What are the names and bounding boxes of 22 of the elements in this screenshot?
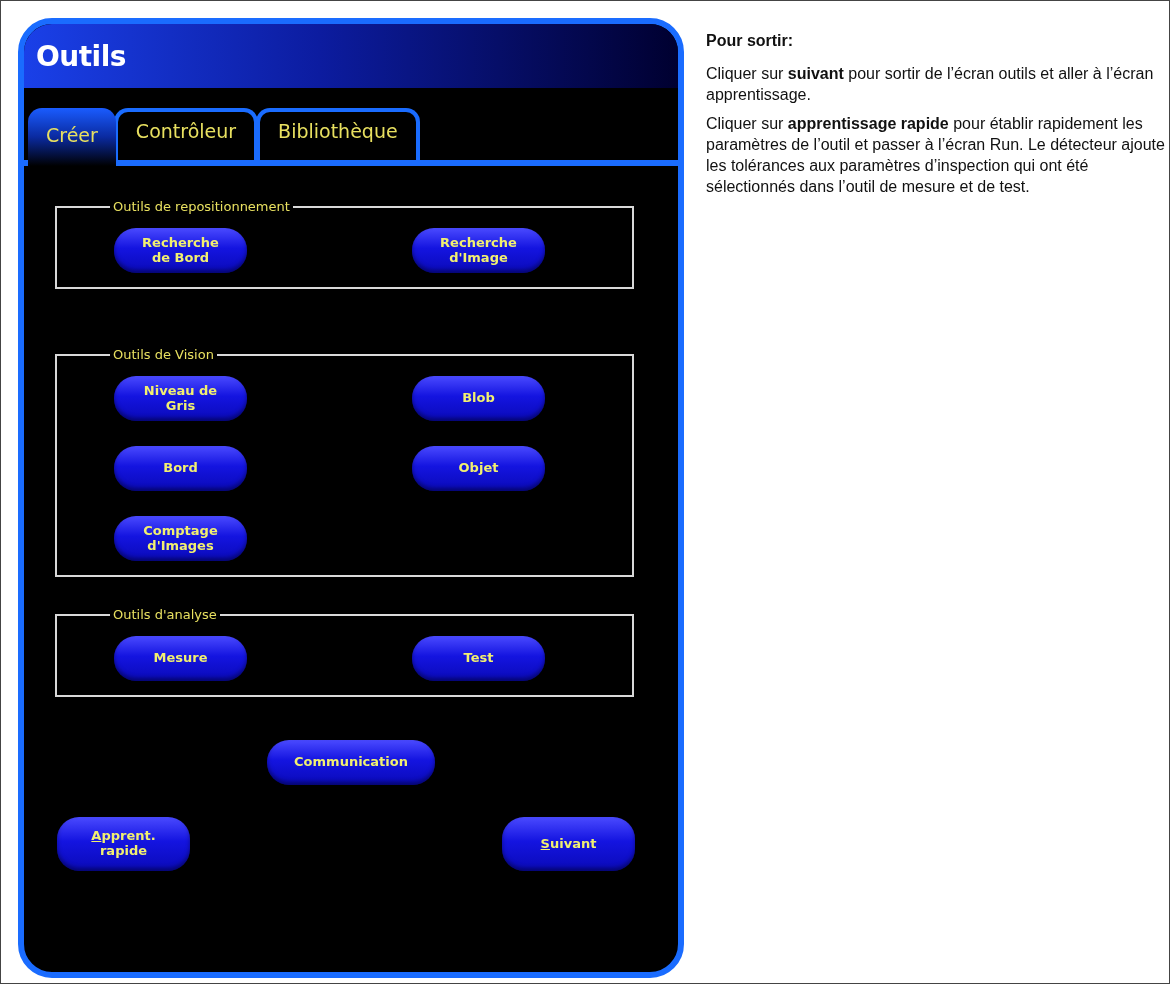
communication-button[interactable]: Communication	[267, 740, 435, 785]
tool-button[interactable]: Niveau de Gris	[114, 376, 247, 421]
group-title: Outils de Vision	[112, 347, 215, 362]
tool-button[interactable]: Recherche d'Image	[412, 228, 545, 273]
tool-button[interactable]: Mesure	[114, 636, 247, 681]
tool-button[interactable]: Comptage d'Images	[114, 516, 247, 561]
tool-button[interactable]: Blob	[412, 376, 545, 421]
tool-button[interactable]: Objet	[412, 446, 545, 491]
help-paragraph: Cliquer sur apprentissage rapide pour établir rapidement les paramètres de l’outil et passer à l’écran Run. Le détecteur ajoute les tolérances aux paramètres d’inspection qui ont été sélectionnés dans l’outil de mesure et de test.	[706, 114, 1166, 197]
tool-button[interactable]: Test	[412, 636, 545, 681]
group-title: Outils d'analyse	[112, 607, 218, 622]
tool-button[interactable]: Suivant	[502, 817, 635, 871]
tab[interactable]: Bibliothèque	[256, 108, 420, 160]
tool-button[interactable]: Apprent. rapide	[57, 817, 190, 871]
window-title: Outils	[24, 24, 678, 88]
tab[interactable]: Créer	[28, 108, 116, 166]
tool-button[interactable]: Bord	[114, 446, 247, 491]
tool-button[interactable]: Recherche de Bord	[114, 228, 247, 273]
help-heading: Pour sortir:	[706, 32, 795, 50]
tab[interactable]: Contrôleur	[113, 108, 259, 160]
help-paragraph: Cliquer sur suivant pour sortir de l’écran outils et aller à l’écran apprentissage.	[706, 64, 1155, 105]
group-title: Outils de repositionnement	[112, 199, 291, 214]
